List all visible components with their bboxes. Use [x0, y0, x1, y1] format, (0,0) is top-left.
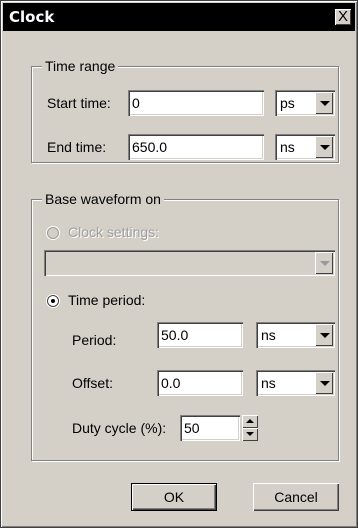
- offset-label: Offset:: [72, 375, 113, 391]
- end-time-input[interactable]: [128, 134, 264, 160]
- base-waveform-group: Base waveform on Clock settings: Time pe…: [31, 191, 339, 461]
- dropdown-arrow-icon[interactable]: [315, 92, 333, 114]
- clock-settings-radio[interactable]: [47, 227, 59, 239]
- ok-button[interactable]: OK: [131, 483, 217, 511]
- dropdown-arrow-icon: [315, 252, 333, 274]
- spin-up-icon[interactable]: [242, 415, 258, 428]
- time-range-legend: Time range: [42, 58, 119, 74]
- start-time-unit-value: ps: [280, 95, 295, 111]
- window-title: Clock: [9, 8, 55, 26]
- start-time-unit-select[interactable]: ps: [275, 90, 335, 116]
- end-time-label: End time:: [47, 139, 107, 155]
- spin-down-icon[interactable]: [242, 428, 258, 441]
- title-bar[interactable]: Clock X: [3, 3, 355, 31]
- offset-unit-select[interactable]: ns: [256, 370, 335, 396]
- cancel-button[interactable]: Cancel: [253, 483, 339, 511]
- end-time-unit-value: ns: [280, 139, 295, 155]
- offset-input[interactable]: [157, 370, 243, 396]
- period-input[interactable]: [157, 322, 243, 348]
- close-button[interactable]: X: [335, 9, 351, 25]
- end-time-unit-select[interactable]: ns: [275, 134, 335, 160]
- duty-cycle-input[interactable]: [180, 415, 240, 441]
- offset-unit-value: ns: [261, 375, 276, 391]
- dropdown-arrow-icon[interactable]: [315, 136, 333, 158]
- start-time-input[interactable]: [128, 90, 264, 116]
- period-unit-value: ns: [261, 327, 276, 343]
- time-period-radio[interactable]: [47, 295, 59, 307]
- clock-dialog: Clock X Time range Start time: ps End ti…: [0, 0, 358, 528]
- dropdown-arrow-icon[interactable]: [315, 324, 333, 346]
- time-range-group: Time range Start time: ps End time: ns: [31, 58, 339, 163]
- period-label: Period:: [72, 332, 117, 348]
- base-waveform-legend: Base waveform on: [42, 191, 164, 207]
- clock-settings-select: [44, 250, 335, 276]
- clock-settings-label: Clock settings:: [68, 224, 160, 240]
- duty-cycle-label: Duty cycle (%):: [72, 420, 167, 436]
- time-period-label: Time period:: [68, 292, 146, 308]
- start-time-label: Start time:: [47, 95, 111, 111]
- period-unit-select[interactable]: ns: [256, 322, 335, 348]
- dropdown-arrow-icon[interactable]: [315, 372, 333, 394]
